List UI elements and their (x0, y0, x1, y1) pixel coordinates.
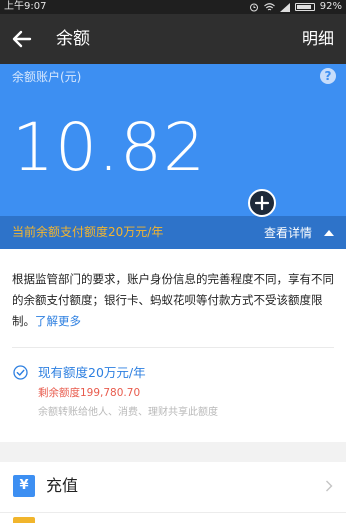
next-menu-row[interactable] (0, 513, 346, 523)
limit-bar: 当前余额支付额度20万元/年 查看详情 (0, 216, 346, 249)
caret-up-icon (324, 229, 334, 236)
arrow-left-icon (12, 30, 32, 48)
add-button[interactable] (248, 189, 276, 217)
page-title: 余额 (56, 29, 90, 49)
view-details-label: 查看详情 (263, 226, 312, 240)
view-details-button[interactable]: 查看详情 (264, 216, 334, 249)
status-bar: 上午9:07 92% (0, 0, 346, 14)
wifi-icon (263, 2, 275, 10)
plus-icon (254, 195, 270, 211)
app-bar: 余额 明细 (0, 14, 346, 64)
top-up-label: 充值 (46, 476, 79, 495)
limit-note: 余额转账给他人、消费、理财共享此额度 (38, 407, 218, 418)
status-icons: 92% (249, 0, 342, 14)
help-icon[interactable]: ? (320, 68, 336, 84)
top-up-row[interactable]: ¥ 充值 (0, 462, 346, 512)
current-limit: 现有额度20万元/年 (38, 365, 146, 380)
details-button[interactable]: 明细 (302, 14, 334, 64)
divider (12, 347, 334, 348)
alarm-icon (249, 3, 258, 12)
check-circle-icon (13, 365, 28, 380)
menu-item-icon (13, 517, 35, 523)
payment-limit-text: 当前余额支付额度20万元/年 (12, 225, 164, 239)
status-time: 上午9:07 (4, 1, 47, 12)
yuan-icon: ¥ (13, 475, 35, 497)
remaining-limit: 剩余额度199,780.70 (38, 387, 141, 399)
balance-card: 余额账户(元) ? 10.82 (0, 64, 346, 216)
battery-icon (294, 3, 315, 11)
limit-description: 根据监管部门的要求，账户身份信息的完善程度不同，享有不同的余额支付额度；银行卡、… (12, 269, 334, 332)
battery-percent: 92% (319, 1, 342, 12)
balance-amount: 10.82 (12, 109, 206, 186)
signal-icon (279, 2, 290, 12)
learn-more-link[interactable]: 了解更多 (35, 314, 81, 328)
balance-label: 余额账户(元) (12, 70, 82, 84)
section-gap (0, 442, 346, 462)
back-button[interactable] (10, 27, 34, 51)
chevron-right-icon (326, 480, 333, 492)
battery-fill (296, 5, 312, 9)
